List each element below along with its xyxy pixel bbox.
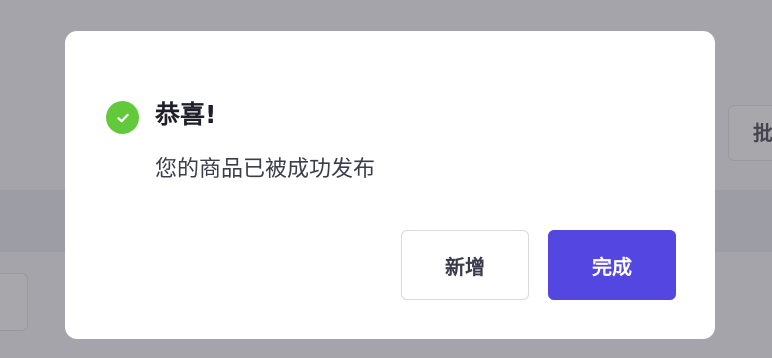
success-dialog: 恭喜! 您的商品已被成功发布 新增 完成: [65, 31, 715, 339]
done-button[interactable]: 完成: [548, 230, 676, 300]
check-circle-icon: [106, 101, 139, 134]
check-icon: [116, 113, 129, 122]
dialog-title: 恭喜!: [155, 100, 217, 129]
dialog-message: 您的商品已被成功发布: [155, 157, 376, 182]
add-new-button[interactable]: 新增: [401, 230, 529, 300]
